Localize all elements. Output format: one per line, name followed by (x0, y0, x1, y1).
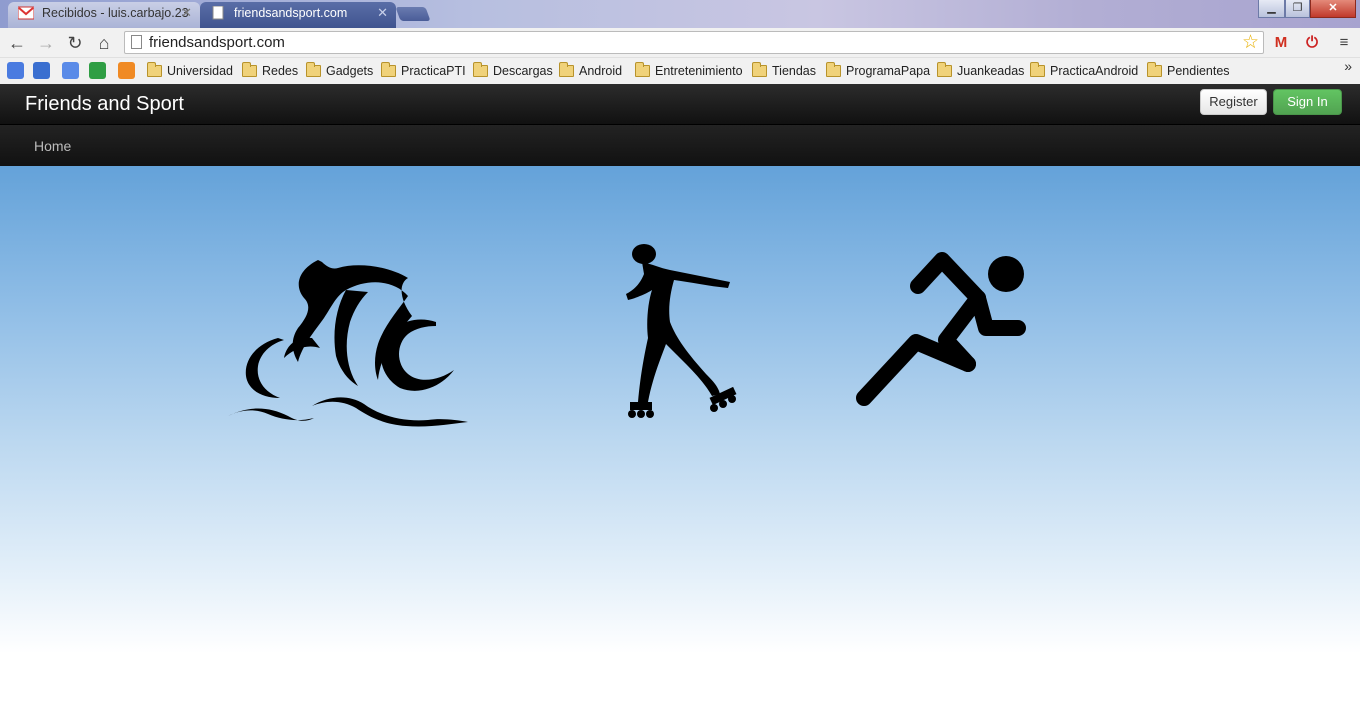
tab-close-icon[interactable]: ✕ (377, 2, 388, 24)
tab-label: Recibidos - luis.carbajo.23 (42, 6, 189, 20)
bookmark-label: Tiendas (772, 64, 817, 78)
triathlon-icon (228, 260, 468, 427)
forward-icon[interactable]: → (35, 32, 57, 54)
bookmarks-overflow-icon[interactable]: » (1344, 58, 1352, 74)
bookmark-folder[interactable]: Entretenimiento (635, 61, 743, 81)
bookmark-folder[interactable]: Pendientes (1147, 61, 1230, 81)
google-app-icon[interactable] (7, 62, 24, 79)
bookmark-folder[interactable]: Tiendas (752, 61, 816, 81)
folder-icon (752, 62, 767, 77)
bookmark-label: Juankeadas (957, 64, 1025, 78)
folder-icon (635, 62, 650, 77)
hero-banner (0, 166, 1360, 720)
browser-tab-strip: Recibidos - luis.carbajo.23 ✕ friendsand… (0, 0, 1360, 28)
bookmark-label: Redes (262, 64, 299, 78)
reload-icon[interactable]: ↻ (64, 32, 86, 54)
bookmark-folder[interactable]: Descargas (473, 61, 553, 81)
page-icon (212, 6, 224, 20)
register-button[interactable]: Register (1200, 89, 1267, 115)
bookmark-label: Pendientes (1167, 64, 1230, 78)
bookmark-folder[interactable]: ProgramaPapa (826, 61, 930, 81)
bookmark-label: Gadgets (326, 64, 374, 78)
new-tab-button[interactable] (395, 7, 431, 21)
url-text: friendsandsport.com (149, 34, 285, 51)
folder-icon (937, 62, 952, 77)
folder-icon (826, 62, 841, 77)
folder-icon (242, 62, 257, 77)
drive-app-icon[interactable] (89, 62, 106, 79)
folder-icon (559, 62, 574, 77)
bookmark-folder[interactable]: Gadgets (306, 61, 373, 81)
nav-home-link[interactable]: Home (34, 138, 71, 154)
bookmark-folder[interactable]: Juankeadas (937, 61, 1024, 81)
folder-icon (306, 62, 321, 77)
bookmark-label: Descargas (493, 64, 553, 78)
home-icon[interactable]: ⌂ (93, 32, 115, 54)
page-icon (131, 35, 142, 49)
bookmark-folder[interactable]: PracticaAndroid (1030, 61, 1138, 81)
bookmark-label: ProgramaPapa (846, 64, 931, 78)
tab-label: friendsandsport.com (234, 6, 348, 20)
gmail-icon (18, 6, 34, 20)
bookmark-label: Entretenimiento (655, 64, 743, 78)
bookmark-label: Android (579, 64, 623, 78)
tab-close-icon[interactable]: ✕ (181, 2, 192, 24)
minimize-button[interactable]: ▁ (1258, 0, 1285, 18)
browser-toolbar: ← → ↻ ⌂ friendsandsport.com ☆ M ⏻ ≡ (0, 28, 1360, 58)
bookmark-label: PracticaAndroid (1050, 64, 1139, 78)
tab-friendsandsport[interactable]: friendsandsport.com ✕ (200, 2, 396, 28)
site-brand[interactable]: Friends and Sport (25, 93, 184, 116)
runner-icon (856, 252, 1026, 406)
maximize-button[interactable]: ❐ (1285, 0, 1310, 18)
bookmark-folder[interactable]: Android (559, 61, 622, 81)
bookmarks-bar: Universidad Redes Gadgets PracticaPTI De… (0, 58, 1360, 84)
translate-app-icon[interactable] (62, 62, 79, 79)
app-icon-2[interactable] (33, 62, 50, 79)
tab-gmail[interactable]: Recibidos - luis.carbajo.23 ✕ (8, 2, 200, 28)
power-extension-icon[interactable]: ⏻ (1302, 33, 1322, 53)
menu-icon[interactable]: ≡ (1334, 33, 1354, 53)
app-icon-5[interactable] (118, 62, 135, 79)
inline-skater-icon (626, 244, 737, 418)
folder-icon (1147, 62, 1162, 77)
bookmark-folder[interactable]: Redes (242, 61, 298, 81)
site-navbar: Friends and Sport Register Sign In (0, 84, 1360, 125)
address-bar[interactable]: friendsandsport.com ☆ (124, 31, 1264, 54)
back-icon[interactable]: ← (6, 32, 28, 54)
bookmark-label: Universidad (167, 64, 234, 78)
folder-icon (1030, 62, 1045, 77)
sign-in-button[interactable]: Sign In (1273, 89, 1342, 115)
site-subnav: Home (0, 125, 1360, 166)
bookmark-folder[interactable]: PracticaPTI (381, 61, 466, 81)
bookmark-label: PracticaPTI (401, 64, 466, 78)
bookmark-star-icon[interactable]: ☆ (1242, 31, 1259, 54)
folder-icon (473, 62, 488, 77)
window-close-button[interactable]: ✕ (1310, 0, 1356, 18)
folder-icon (381, 62, 396, 77)
folder-icon (147, 62, 162, 77)
gmail-extension-icon[interactable]: M (1271, 33, 1291, 53)
bookmark-folder[interactable]: Universidad (147, 61, 233, 81)
